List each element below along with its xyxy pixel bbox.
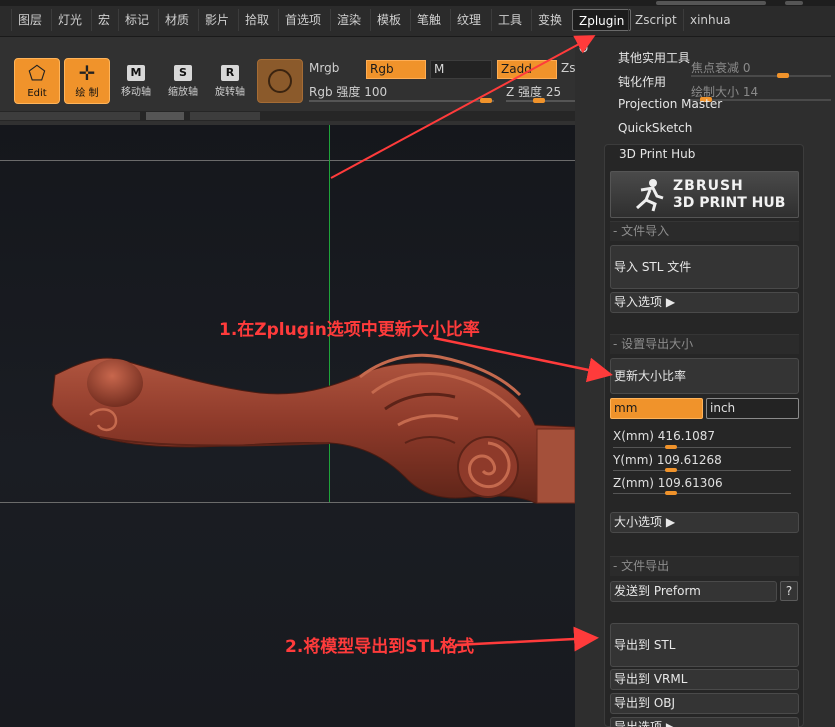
z-dimension-knob[interactable] [665,491,677,495]
rotate-label: 旋转轴 [215,87,245,98]
scale-button[interactable]: S 缩放轴 [162,65,204,103]
rgb-intensity-slider[interactable]: Rgb 强度 100 [309,83,387,100]
z-dimension-value: 109.61306 [657,476,723,490]
menu-projection-master[interactable]: Projection Master [618,97,722,111]
zadd-toggle[interactable]: Zadd [497,60,557,79]
focal-shift-knob[interactable] [777,73,789,78]
top-scroll-segment[interactable] [785,1,803,5]
y-dimension-label: Y(mm) [613,453,654,467]
x-dimension-value: 416.1087 [657,429,716,443]
print-hub-panel: 3D Print Hub ZBRUSH 3D PRINT HUB - 文件导入 … [604,144,804,727]
scale-label: 缩放轴 [168,87,198,98]
menu-item-preferences[interactable]: 首选项 [278,9,327,31]
print-hub-logo: ZBRUSH 3D PRINT HUB [610,171,799,218]
draw-crosshair-icon: ✛ [78,61,96,85]
x-dimension-track[interactable] [613,447,791,448]
menu-item-stroke[interactable]: 笔触 [410,9,447,31]
menu-item-render[interactable]: 渲染 [330,9,367,31]
menu-item-light[interactable]: 灯光 [51,9,88,31]
import-options-button[interactable]: 导入选项 ▶ [610,292,799,313]
y-dimension-value: 109.61268 [656,453,722,467]
unit-inch-toggle[interactable]: inch [706,398,799,419]
m-toggle[interactable]: M [430,60,492,79]
rgb-toggle[interactable]: Rgb [366,60,426,79]
move-label: 移动轴 [121,87,151,98]
logo-zbrush: ZBRUSH [673,178,744,194]
edit-label: Edit [27,88,47,99]
menu-item-stencil[interactable]: 模板 [370,9,407,31]
print-hub-title[interactable]: 3D Print Hub [619,147,695,161]
ruler-segment [190,112,260,120]
y-dimension-knob[interactable] [665,468,677,472]
logo-3d-print-hub: 3D PRINT HUB [673,195,786,211]
draw-button[interactable]: ✛ 绘 制 [64,58,110,104]
export-obj-button[interactable]: 导出到 OBJ [610,693,799,714]
menu-item-zscript[interactable]: Zscript [628,9,683,31]
z-dimension-slider[interactable]: Z(mm) 109.61306 [613,476,723,490]
focal-shift-track[interactable] [691,75,831,77]
top-strip [0,0,835,6]
draw-label: 绘 制 [75,88,99,99]
menu-item-texture[interactable]: 纹理 [450,9,487,31]
menu-item-marker[interactable]: 标记 [118,9,155,31]
top-scroll-segment[interactable] [656,1,766,5]
x-dimension-label: X(mm) [613,429,654,443]
menu-item-layer[interactable]: 图层 [11,9,48,31]
menu-item-xinhua[interactable]: xinhua [683,9,737,31]
y-dimension-track[interactable] [613,470,791,471]
export-vrml-button[interactable]: 导出到 VRML [610,669,799,690]
menu-item-transform[interactable]: 变换 [531,9,568,31]
rgb-intensity-knob[interactable] [480,98,492,103]
ball-knob [87,359,143,407]
update-size-ratio-button[interactable]: 更新大小比率 [610,358,799,394]
menu-item-tool[interactable]: 工具 [491,9,528,31]
export-stl-button[interactable]: 导出到 STL [610,623,799,667]
move-button[interactable]: M 移动轴 [115,65,157,103]
z-dimension-track[interactable] [613,493,791,494]
x-dimension-slider[interactable]: X(mm) 416.1087 [613,429,715,443]
menu-item-zplugin[interactable]: Zplugin [572,9,632,31]
size-options-button[interactable]: 大小选项 ▶ [610,512,799,533]
menu-item-movie[interactable]: 影片 [198,9,235,31]
ruler-thumb[interactable] [146,112,184,120]
help-button[interactable]: ? [780,581,798,601]
z-intensity-knob[interactable] [533,98,545,103]
mrgb-toggle[interactable]: Mrgb [309,61,339,75]
edit-icon: ⬠ [28,61,46,85]
focal-shift-label: 焦点衰减 0 [691,61,751,75]
runner-logo-icon [636,179,664,212]
annotation-step-2: 2.将模型导出到STL格式 [285,637,474,657]
import-stl-button[interactable]: 导入 STL 文件 [610,245,799,289]
ruler-segment [0,112,140,120]
material-swatch[interactable] [257,59,303,103]
annotation-step-1: 1.在Zplugin选项中更新大小比率 [219,320,480,340]
rotate-icon: R [221,65,239,81]
export-options-button[interactable]: 导出选项 ▶ [610,717,799,727]
menu-item-macro[interactable]: 宏 [91,9,116,31]
x-dimension-knob[interactable] [665,445,677,449]
edit-button[interactable]: ⬠ Edit [14,58,60,104]
y-dimension-slider[interactable]: Y(mm) 109.61268 [613,453,722,467]
section-export-size[interactable]: - 设置导出大小 [610,334,799,354]
send-to-preform-button[interactable]: 发送到 Preform [610,581,777,602]
rotate-button[interactable]: R 旋转轴 [209,65,251,103]
scale-icon: S [174,65,192,81]
toolbar-scroll-ruler[interactable] [0,111,580,121]
menu-item-material[interactable]: 材质 [158,9,195,31]
section-file-import[interactable]: - 文件导入 [610,221,799,241]
unit-mm-toggle[interactable]: mm [610,398,703,419]
rgb-intensity-track[interactable] [309,100,494,102]
section-file-export[interactable]: - 文件导出 [610,556,799,576]
z-dimension-label: Z(mm) [613,476,654,490]
refresh-icon[interactable]: ↻ [578,42,589,57]
move-icon: M [127,65,145,81]
menu-other-utilities[interactable]: 其他实用工具 [618,49,690,66]
material-sphere-icon [268,69,292,93]
menu-quicksketch[interactable]: QuickSketch [618,121,692,135]
menu-bar: 图层 灯光 宏 标记 材质 影片 拾取 首选项 渲染 模板 笔触 纹理 工具 变… [0,0,835,37]
menu-item-picker[interactable]: 拾取 [238,9,275,31]
menu-deactivation[interactable]: 钝化作用 [618,73,666,90]
